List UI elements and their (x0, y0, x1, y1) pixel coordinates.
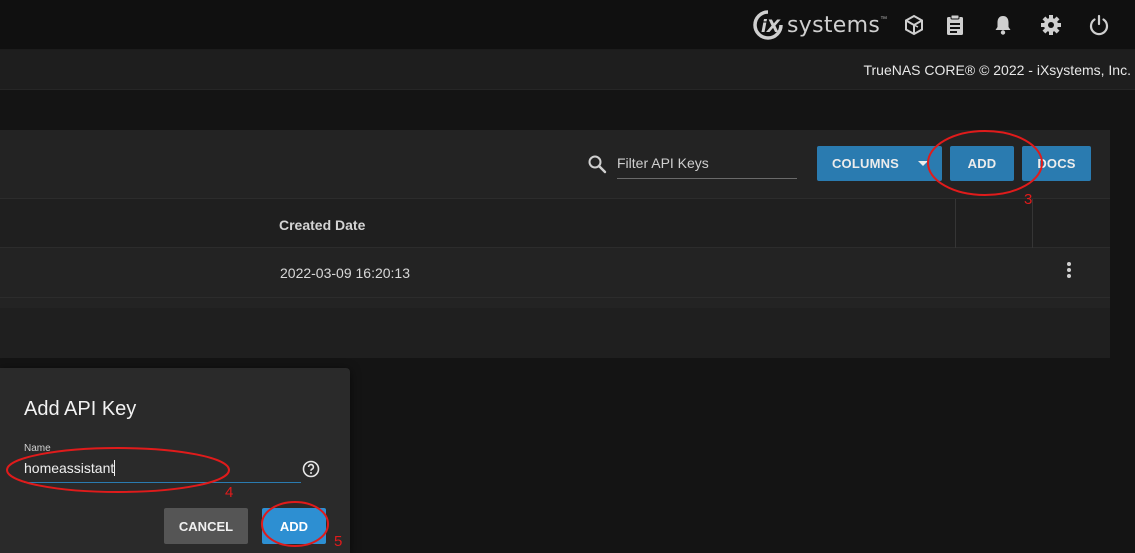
table-footer (0, 308, 1110, 358)
column-header-created-date[interactable]: Created Date (279, 217, 365, 233)
gear-icon[interactable] (1039, 13, 1063, 37)
column-divider (955, 199, 956, 248)
top-bar: iX systems ™ (0, 0, 1135, 50)
ixsystems-logo[interactable]: iX systems ™ (750, 10, 887, 40)
bell-icon[interactable] (991, 13, 1015, 37)
annotation-step-5: 5 (334, 533, 343, 550)
clipboard-icon[interactable] (943, 13, 967, 37)
cancel-button[interactable]: CANCEL (164, 508, 248, 544)
annotation-step-4: 4 (225, 484, 234, 501)
docs-button[interactable]: DOCS (1022, 146, 1091, 181)
sub-header: TrueNAS CORE® © 2022 - iXsystems, Inc. (0, 50, 1135, 90)
text-cursor (114, 460, 116, 476)
svg-text:iX: iX (761, 17, 781, 37)
dialog-add-button[interactable]: ADD (262, 508, 326, 544)
name-field-label: Name (24, 443, 51, 454)
annotation-step-3: 3 (1024, 191, 1033, 208)
filter-api-keys-input[interactable]: Filter API Keys (617, 149, 797, 179)
table-row: 2022-03-09 16:20:13 (0, 248, 1110, 298)
row-actions-icon[interactable] (1062, 260, 1076, 280)
name-field-value: homeassistant (24, 460, 115, 476)
search-icon (587, 154, 607, 179)
dialog-title: Add API Key (24, 398, 137, 420)
copyright-text: TrueNAS CORE® © 2022 - iXsystems, Inc. (863, 62, 1131, 78)
columns-button-label: COLUMNS (831, 156, 900, 171)
add-api-key-button[interactable]: ADD (950, 146, 1014, 181)
truecommand-icon[interactable] (902, 13, 926, 37)
ix-logo-mark: iX (753, 10, 783, 40)
help-icon[interactable] (302, 460, 320, 483)
created-date-cell: 2022-03-09 16:20:13 (280, 265, 410, 281)
chevron-down-icon (918, 161, 928, 166)
table-header: Created Date (0, 198, 1110, 248)
name-field[interactable]: homeassistant (24, 459, 301, 483)
brand-trademark: ™ (880, 16, 888, 23)
add-api-key-dialog: Add API Key Name homeassistant CANCEL AD… (0, 368, 350, 553)
brand-text: systems (787, 12, 881, 38)
power-icon[interactable] (1087, 13, 1111, 37)
columns-button[interactable]: COLUMNS (817, 146, 942, 181)
